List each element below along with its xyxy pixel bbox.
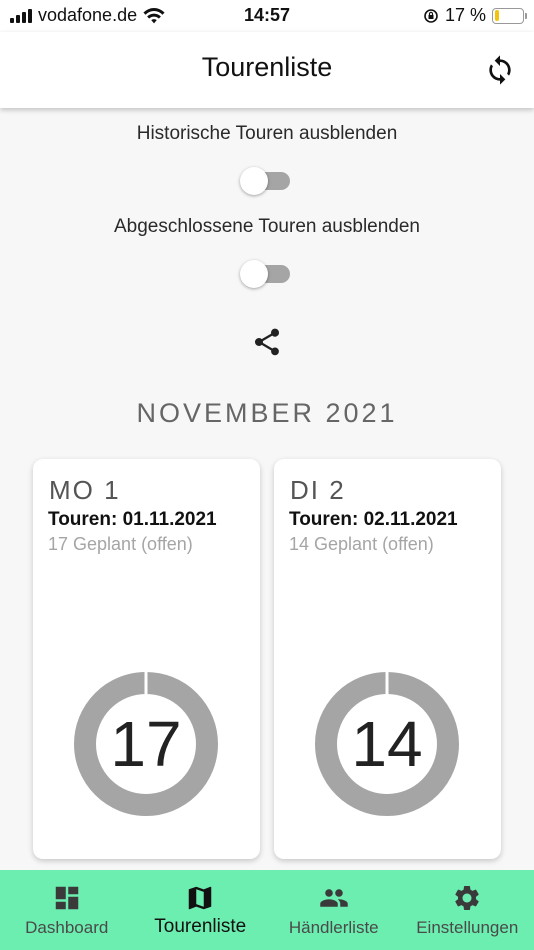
share-icon (254, 328, 280, 356)
nav-label: Tourenliste (154, 916, 247, 937)
status-left: vodafone.de (10, 5, 165, 26)
nav-label: Einstellungen (416, 918, 519, 937)
card-day: DI 2 (290, 475, 346, 505)
switch-thumb (240, 167, 268, 195)
card-planned: 17 Geplant (offen) (48, 534, 193, 554)
historic-toggle[interactable] (240, 166, 292, 195)
tour-count: 17 (110, 708, 182, 780)
nav-label: Dashboard (25, 918, 109, 937)
battery-fill (494, 10, 500, 21)
refresh-icon (489, 55, 511, 85)
people-icon (320, 889, 348, 907)
map-icon (189, 886, 212, 910)
dashboard-icon (55, 886, 78, 910)
completed-toggle[interactable] (240, 259, 292, 288)
status-bar: vodafone.de 14:57 17 % (0, 0, 534, 32)
page-title: Tourenliste (201, 52, 333, 82)
tour-count: 14 (351, 708, 423, 780)
battery-icon (492, 7, 527, 24)
tour-list-content: Historische Touren ausblenden Abgeschlos… (0, 108, 534, 870)
card-day: MO 1 (49, 475, 121, 505)
share-button[interactable] (251, 326, 283, 358)
refresh-button[interactable] (484, 54, 516, 86)
card-title: Touren: 01.11.2021 (48, 509, 217, 530)
nav-item-dashboard[interactable]: Dashboard (0, 870, 134, 950)
status-right: 17 % (423, 5, 527, 26)
card-planned: 14 Geplant (offen) (289, 534, 434, 554)
gear-icon (455, 886, 479, 910)
card-title: Touren: 02.11.2021 (289, 509, 458, 530)
historic-toggle-label: Historische Touren ausblenden (136, 123, 398, 144)
month-heading: NOVEMBER 2021 (136, 398, 398, 428)
day-card-mo-1[interactable]: MO 1 Touren: 01.11.2021 17 Geplant (offe… (33, 459, 260, 859)
completed-toggle-label: Abgeschlossene Touren ausblenden (114, 216, 420, 237)
battery-percent: 17 % (444, 5, 486, 25)
app-bar: Tourenliste (0, 32, 534, 108)
nav-item-tourenliste[interactable]: Tourenliste (134, 870, 268, 950)
wifi-icon (143, 7, 165, 23)
nav-item-haendlerliste[interactable]: Händlerliste (267, 870, 401, 950)
carrier-name: vodafone.de (38, 5, 138, 25)
signal-icon (10, 8, 32, 23)
switch-thumb (240, 260, 268, 288)
nav-item-einstellungen[interactable]: Einstellungen (401, 870, 534, 950)
bottom-navigation: Dashboard Tourenliste Händlerliste Einst… (0, 870, 534, 950)
nav-label: Händlerliste (288, 918, 379, 937)
day-card-di-2[interactable]: DI 2 Touren: 02.11.2021 14 Geplant (offe… (274, 459, 501, 859)
orientation-lock-icon (424, 8, 438, 23)
